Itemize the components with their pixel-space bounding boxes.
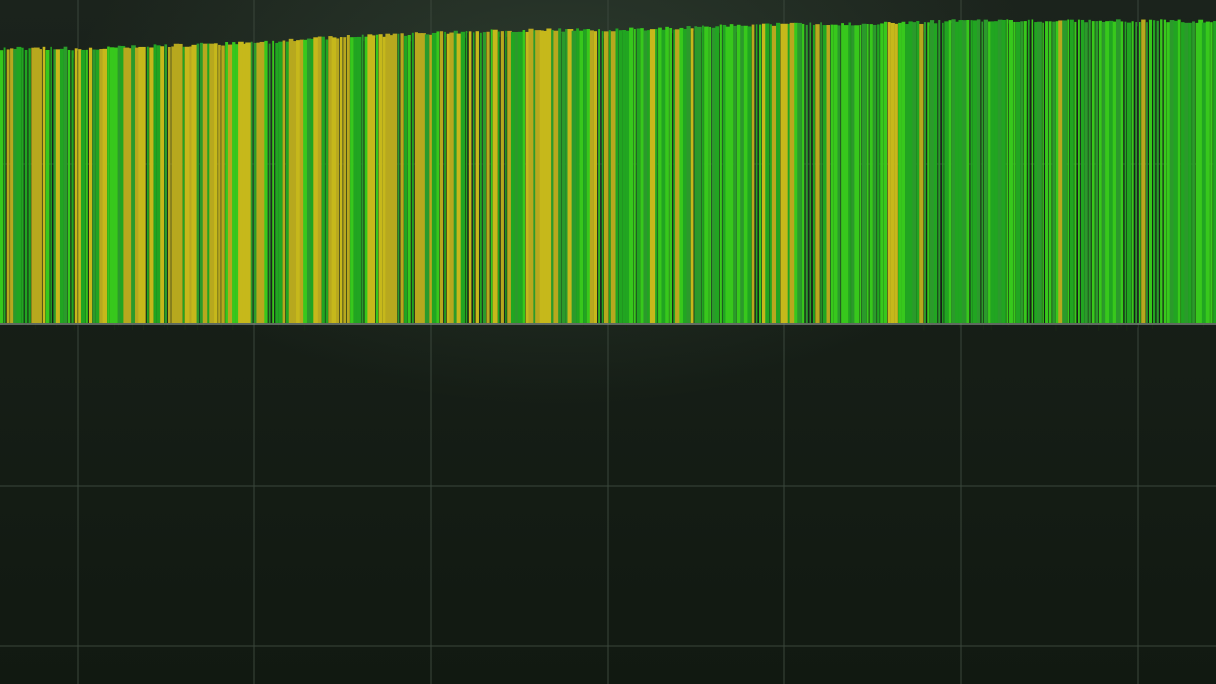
baseline-layer xyxy=(0,323,1216,325)
spectrum-analyzer-view xyxy=(0,0,1216,684)
